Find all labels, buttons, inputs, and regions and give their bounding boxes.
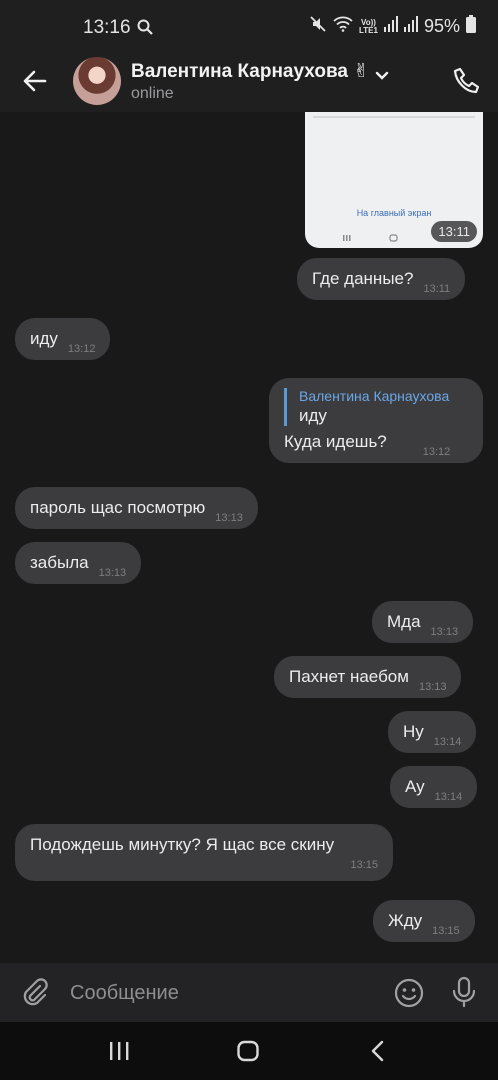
- search-icon: [137, 19, 153, 40]
- message-time: 13:11: [423, 283, 451, 295]
- microphone-icon[interactable]: [451, 976, 477, 1013]
- message-text: Подождешь минутку? Я щас все скину: [30, 835, 335, 854]
- message-time: 13:11: [431, 221, 477, 242]
- message-out[interactable]: Жду 13:15: [373, 900, 475, 942]
- message-time: 13:13: [215, 512, 243, 524]
- contact-name[interactable]: Валентина Карнаухова ✌: [131, 60, 369, 83]
- image-divider: [313, 116, 475, 118]
- phone-icon[interactable]: [452, 66, 482, 101]
- recents-icon[interactable]: [108, 1040, 130, 1067]
- system-navbar: [0, 1022, 498, 1080]
- home-icon[interactable]: [236, 1039, 260, 1068]
- message-text: Где данные?: [312, 269, 414, 288]
- message-time: 13:15: [432, 925, 460, 937]
- chat-header: Валентина Карнаухова ✌ online: [0, 56, 498, 112]
- image-message[interactable]: На главный экран 13:11: [305, 112, 483, 248]
- message-text: забыла: [30, 553, 89, 572]
- message-text: пароль щас посмотрю: [30, 498, 206, 517]
- back-icon[interactable]: [368, 1039, 388, 1068]
- reply-text: иду: [299, 406, 327, 425]
- status-bar: 13:16 Vo)) LTE1 95%: [0, 0, 498, 56]
- signal-icon: [403, 16, 418, 37]
- reply-quote[interactable]: Валентина Карнаухова иду: [284, 388, 468, 426]
- message-composer: Сообщение: [0, 963, 498, 1022]
- message-in[interactable]: пароль щас посмотрю 13:13: [15, 487, 258, 529]
- message-text: иду: [30, 329, 58, 348]
- message-time: 13:14: [433, 736, 462, 748]
- arrow-left-icon[interactable]: [20, 66, 50, 96]
- mute-icon: [309, 15, 327, 38]
- network-lte: LTE1: [359, 25, 378, 35]
- status-time: 13:16: [83, 17, 131, 38]
- image-link-text: На главный экран: [356, 208, 432, 218]
- message-in[interactable]: иду 13:12: [15, 318, 111, 360]
- paperclip-icon[interactable]: [20, 978, 50, 1013]
- message-time: 13:13: [98, 567, 127, 579]
- message-time: 13:13: [418, 681, 447, 693]
- message-out[interactable]: Мда 13:13: [372, 601, 474, 643]
- network-type: Vo)) LTE1: [359, 18, 378, 35]
- message-input[interactable]: Сообщение: [70, 982, 179, 1005]
- message-out[interactable]: Ау 13:14: [390, 766, 478, 808]
- avatar[interactable]: [73, 57, 121, 105]
- smiley-icon[interactable]: [393, 977, 425, 1014]
- message-text: Пахнет наебом: [289, 667, 409, 686]
- wifi-icon: [333, 16, 353, 37]
- message-in[interactable]: забыла 13:13: [15, 542, 142, 584]
- message-text: Куда идешь?: [284, 432, 387, 451]
- message-time: 13:12: [67, 343, 96, 355]
- message-text: Жду: [388, 911, 423, 930]
- message-time: 13:12: [422, 446, 451, 458]
- message-list[interactable]: На главный экран 13:11 Где данные?13:11 …: [0, 112, 498, 963]
- message-text: Ну: [403, 722, 424, 741]
- message-out[interactable]: Где данные? 13:11: [297, 258, 466, 300]
- signal-icon: [383, 16, 398, 37]
- chevron-down-icon[interactable]: [375, 68, 389, 86]
- message-time: 13:13: [430, 626, 459, 638]
- status-icons: Vo)) LTE1 95%: [309, 15, 476, 38]
- battery-icon: [466, 15, 476, 38]
- battery-percent: 95%: [423, 16, 460, 36]
- message-text: Ау: [405, 777, 425, 796]
- message-time: 13:15: [350, 859, 378, 871]
- message-in[interactable]: Подождешь минутку? Я щас все скину 13:15: [15, 824, 393, 881]
- message-text: Мда: [387, 612, 421, 631]
- contact-status: online: [131, 85, 174, 102]
- message-out-reply[interactable]: Валентина Карнаухова иду Куда идешь? 13:1…: [269, 378, 483, 463]
- message-out[interactable]: Пахнет наебом 13:13: [274, 656, 462, 698]
- message-time: 13:14: [434, 791, 463, 803]
- reply-author: Валентина Карнаухова: [299, 388, 450, 404]
- message-out[interactable]: Ну 13:14: [388, 711, 477, 753]
